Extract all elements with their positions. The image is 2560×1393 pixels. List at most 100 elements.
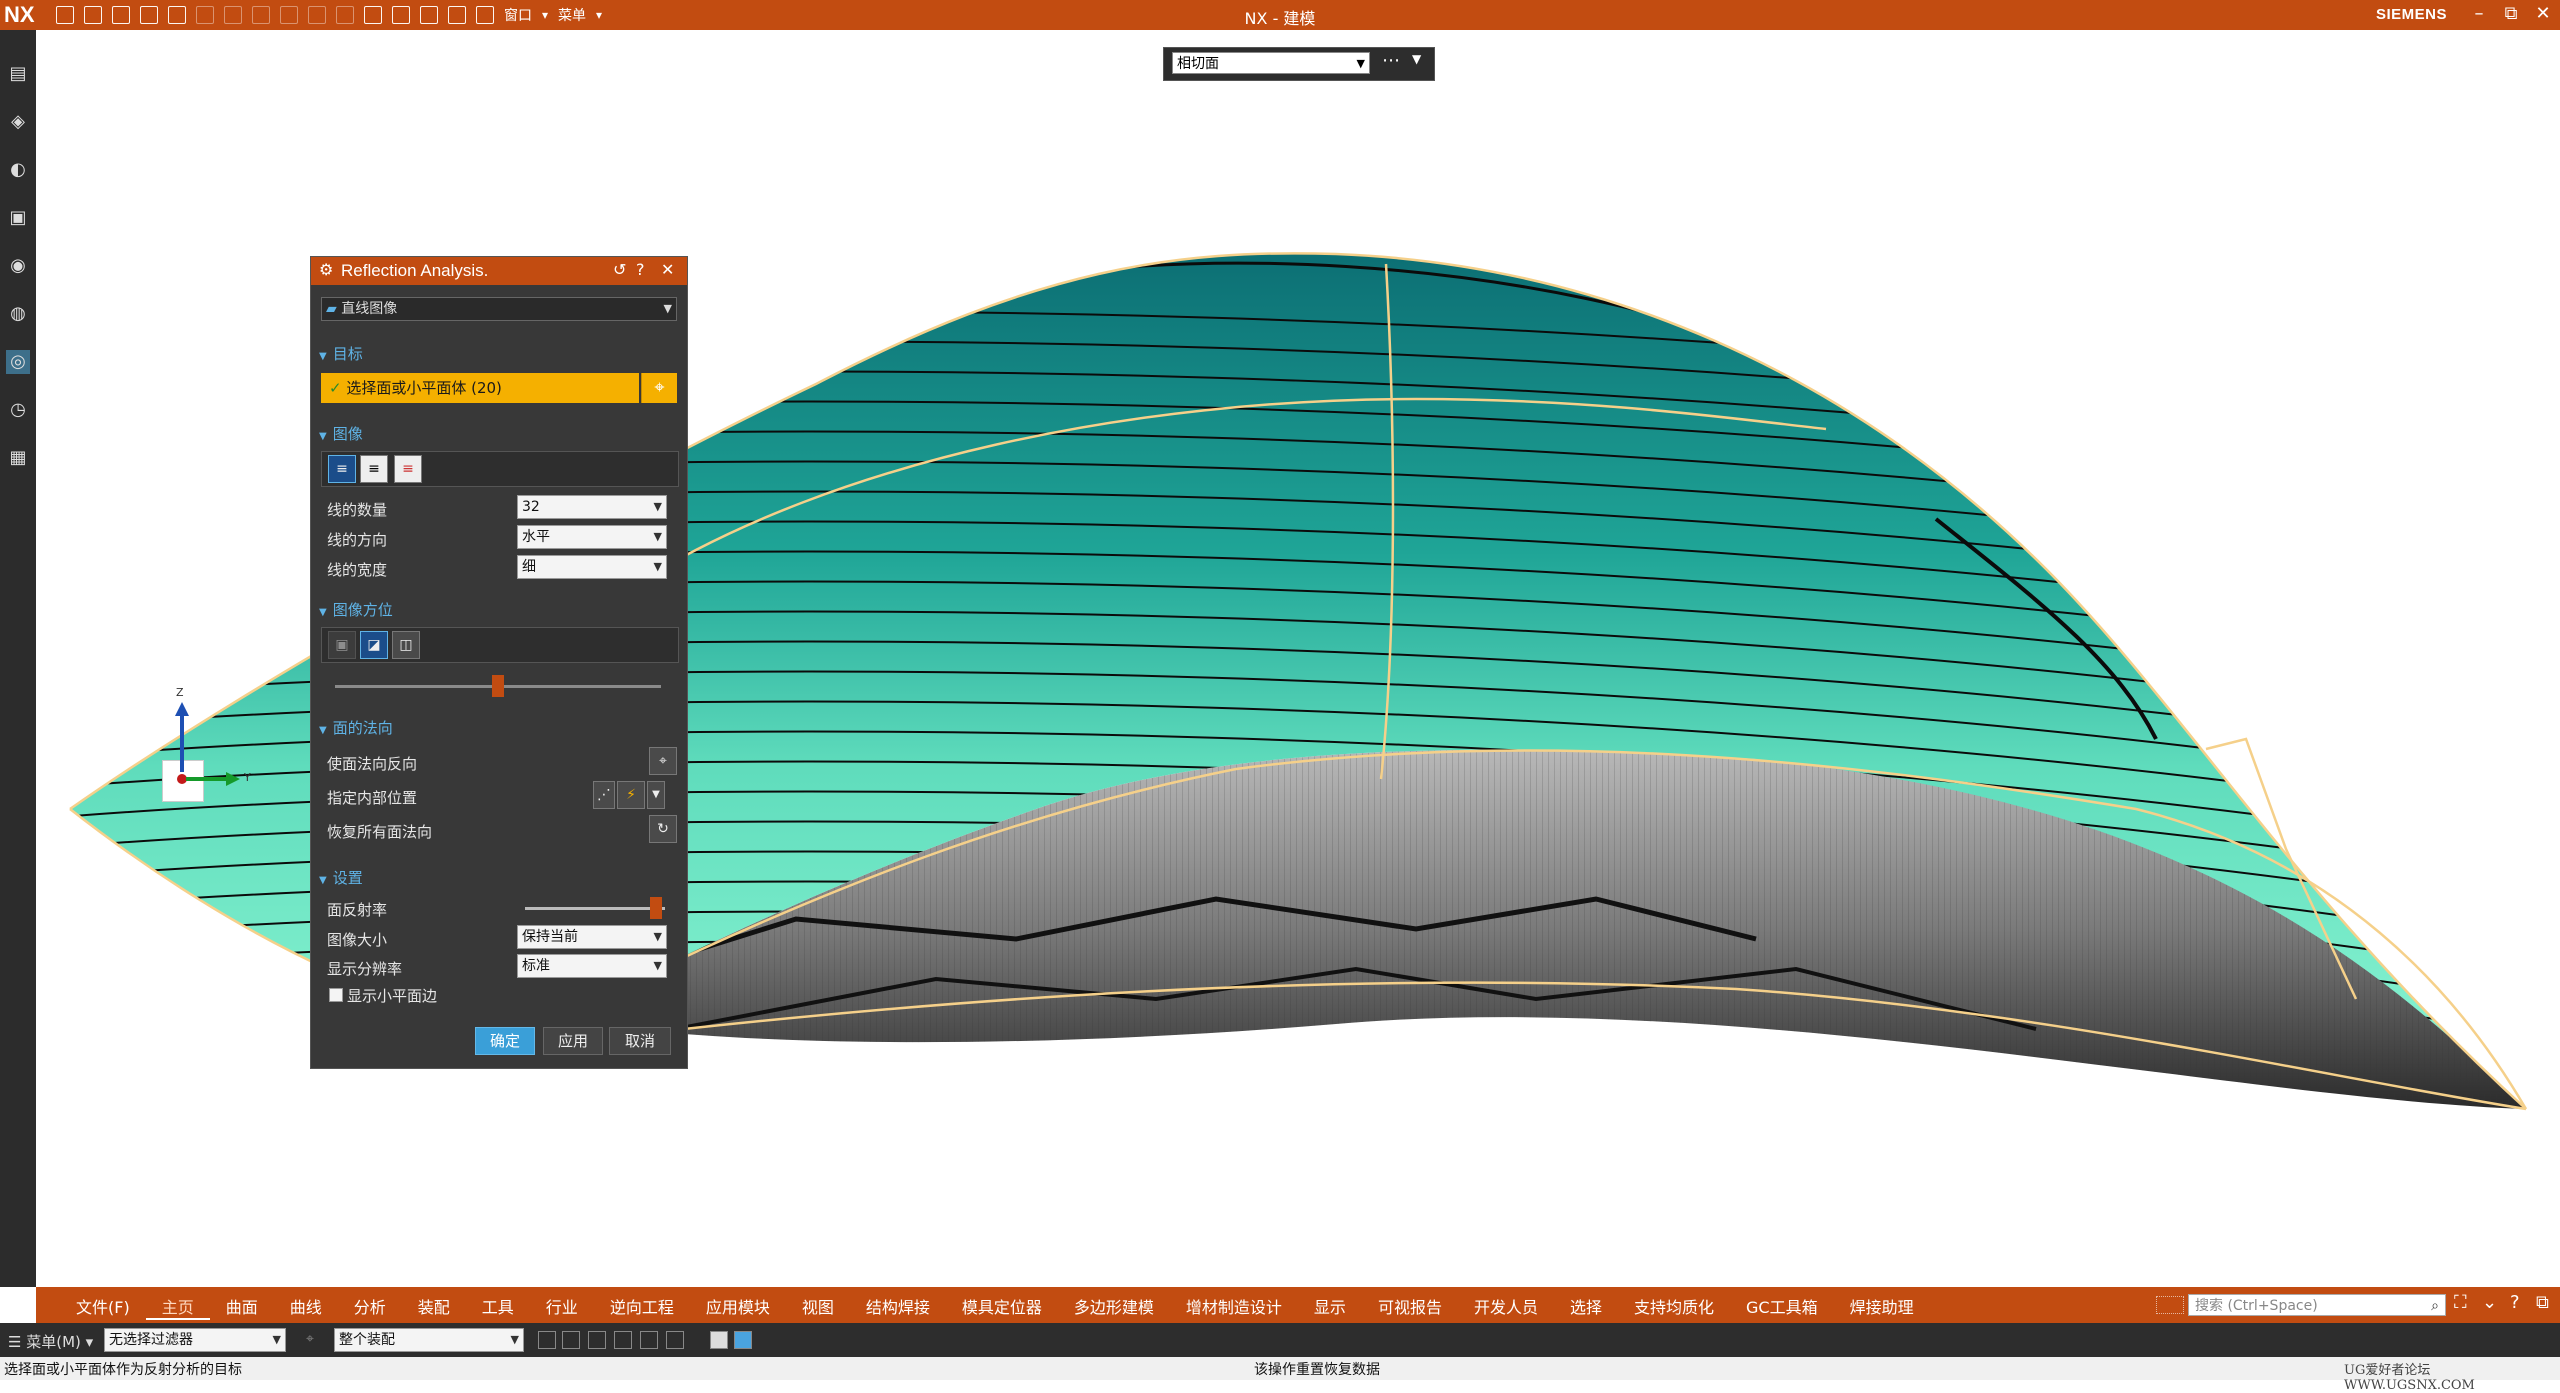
selection-filter-select[interactable]: 无选择过滤器 ▼ (104, 1328, 286, 1352)
image-size-select[interactable]: 保持当前 ▼ (517, 925, 667, 949)
cancel-button[interactable]: 取消 (609, 1027, 671, 1055)
image-size-label: 图像大小 (327, 931, 388, 949)
snap-point-icon[interactable] (538, 1331, 556, 1349)
view-cube-icon[interactable] (710, 1331, 728, 1349)
type-select[interactable]: ▰ 直线图像 ▼ (321, 297, 677, 321)
main-menu-button[interactable]: ☰ 菜单(M) ▾ (8, 1331, 93, 1352)
selection-scope-select[interactable]: 整个装配 ▼ (334, 1328, 524, 1352)
section-orientation[interactable]: ▼ 图像方位 (319, 599, 393, 620)
resource-bar: ▤ ◈ ◐ ▣ ◉ ◍ ◎ ◷ ▦ (0, 30, 36, 1287)
ribbon-tab[interactable]: 视图 (786, 1294, 850, 1320)
part-navigator-icon[interactable]: ▤ (6, 62, 30, 86)
ribbon-tab[interactable]: 曲面 (210, 1294, 274, 1320)
section-face-normal[interactable]: ▼ 面的法向 (319, 717, 393, 738)
ribbon-tab[interactable]: 显示 (1298, 1294, 1362, 1320)
ribbon-tab[interactable]: 工具 (466, 1294, 530, 1320)
ribbon-tab[interactable]: 行业 (530, 1294, 594, 1320)
restore-normals-icon[interactable]: ↻ (649, 815, 677, 843)
filter-icon[interactable]: ⌖ (306, 1331, 314, 1347)
grip-icon (2156, 1296, 2184, 1314)
ribbon-tab[interactable]: 应用模块 (690, 1294, 786, 1320)
restore-button[interactable]: ⧉ (2498, 3, 2524, 24)
snap-end-icon[interactable] (562, 1331, 580, 1349)
ok-button[interactable]: 确定 (475, 1027, 535, 1055)
analysis-navigator-icon[interactable]: ◎ (6, 350, 30, 374)
crosshair-select-icon[interactable]: ⌖ (641, 373, 677, 403)
inferred-point-icon[interactable]: ⚡ (617, 781, 645, 809)
reflectivity-slider-track[interactable] (525, 907, 665, 910)
search-icon[interactable]: ⌕ (2431, 1295, 2439, 1317)
ribbon-tab[interactable]: 模具定位器 (946, 1294, 1058, 1320)
ribbon-tab[interactable]: 开发人员 (1458, 1294, 1554, 1320)
toolbar-dropdown-icon[interactable]: ▼ (1412, 52, 1421, 66)
reflection-analysis-dialog: ⚙ Reflection Analysis. ↺ ? ✕ ▰ 直线图像 ▼ ▼ 目标… (310, 256, 688, 1069)
status-bar: 选择面或小平面体作为反射分析的目标 该操作重置恢复数据 UG爱好者论坛 WWW.… (0, 1357, 2560, 1393)
ribbon-tab[interactable]: 装配 (402, 1294, 466, 1320)
ribbon-tab[interactable]: 增材制造设计 (1170, 1294, 1298, 1320)
reflectivity-slider-thumb[interactable] (650, 897, 663, 919)
stripes-color-icon[interactable]: ≡ (394, 455, 422, 483)
stripes-blue-icon[interactable]: ≡ (328, 455, 356, 483)
point-type-dropdown[interactable]: ▼ (647, 781, 665, 809)
close-button[interactable]: ✕ (2530, 3, 2556, 24)
history-icon[interactable]: ◷ (6, 398, 30, 422)
ribbon-tab[interactable]: 文件(F) (60, 1294, 146, 1320)
ribbon-tab[interactable]: 主页 (145, 1294, 210, 1320)
orientation-slider-thumb[interactable] (492, 675, 504, 697)
line-direction-select[interactable]: 水平 ▼ (517, 525, 667, 549)
ribbon-tab[interactable]: 曲线 (274, 1294, 338, 1320)
ribbon-collapse-icon[interactable]: ⌄ (2482, 1292, 2497, 1313)
orient-csys-icon[interactable]: ◫ (392, 631, 420, 659)
apply-button[interactable]: 应用 (543, 1027, 603, 1055)
reset-icon[interactable]: ↺ (613, 260, 626, 279)
snap-mid-icon[interactable] (588, 1331, 606, 1349)
snap-control-icon[interactable] (614, 1331, 632, 1349)
ribbon-tab[interactable]: 支持均质化 (1618, 1294, 1730, 1320)
ribbon-tab[interactable]: 逆向工程 (594, 1294, 690, 1320)
line-image-icon: ▰ (326, 301, 342, 317)
watermark-text: UG爱好者论坛 WWW.UGSNX.COM (2344, 1363, 2475, 1393)
point-dialog-icon[interactable]: ⋰ (593, 781, 615, 809)
y-axis (186, 777, 230, 781)
orient-view-icon[interactable]: ◪ (360, 631, 388, 659)
web-browser-icon[interactable]: ◍ (6, 302, 30, 326)
help-icon[interactable]: ? (636, 260, 645, 279)
resolution-select[interactable]: 标准 ▼ (517, 954, 667, 978)
line-count-select[interactable]: 32 ▼ (517, 495, 667, 519)
ribbon-tab[interactable]: 结构焊接 (850, 1294, 946, 1320)
orient-none-icon[interactable]: ▣ (328, 631, 356, 659)
section-image[interactable]: ▼ 图像 (319, 423, 363, 444)
gear-icon[interactable]: ⚙ (319, 260, 333, 279)
line-width-select[interactable]: 细 ▼ (517, 555, 667, 579)
hd3d-tools-icon[interactable]: ◉ (6, 254, 30, 278)
more-options-icon[interactable]: ⋯ (1382, 50, 1400, 71)
restore-window-icon[interactable]: ⧉ (2536, 1292, 2549, 1313)
reverse-normal-label: 使面法向反向 (327, 755, 418, 773)
ribbon-tabs: 文件(F) 主页 曲面 曲线 分析 装配 工具 行业 逆向工程 应用模块 视图 结构焊接 模具定位器 多边… (60, 1294, 1930, 1320)
ribbon-tab[interactable]: 可视报告 (1362, 1294, 1458, 1320)
section-target[interactable]: ▼ 目标 (319, 343, 363, 364)
select-target-field[interactable]: ✓ 选择面或小平面体 (20) (321, 373, 639, 403)
ribbon-tab[interactable]: 选择 (1554, 1294, 1618, 1320)
command-search-input[interactable]: 搜索 (Ctrl+Space) ⌕ (2188, 1294, 2446, 1316)
ribbon-tab[interactable]: 多边形建模 (1058, 1294, 1170, 1320)
reuse-library-icon[interactable]: ▣ (6, 206, 30, 230)
roles-icon[interactable]: ▦ (6, 446, 30, 470)
snap-intersect-icon[interactable] (640, 1331, 658, 1349)
ribbon-tab[interactable]: 焊接助理 (1834, 1294, 1930, 1320)
show-facet-edges-checkbox[interactable] (329, 988, 343, 1002)
ribbon-tab[interactable]: 分析 (338, 1294, 402, 1320)
ribbon-tab[interactable]: GC工具箱 (1730, 1294, 1834, 1320)
stripes-black-icon[interactable]: ≡ (360, 455, 388, 483)
constraint-navigator-icon[interactable]: ◐ (6, 158, 30, 182)
reverse-normal-icon[interactable]: ⌖ (649, 747, 677, 775)
minimize-button[interactable]: – (2466, 3, 2492, 24)
help-circle-icon[interactable]: ? (2510, 1292, 2520, 1313)
full-screen-icon[interactable]: ⛶ (2454, 1292, 2467, 1313)
snap-center-icon[interactable] (666, 1331, 684, 1349)
render-style-icon[interactable] (734, 1331, 752, 1349)
assembly-navigator-icon[interactable]: ◈ (6, 110, 30, 134)
section-mode-select[interactable]: 相切面 ▼ (1172, 52, 1370, 74)
dialog-close-icon[interactable]: ✕ (661, 260, 674, 279)
section-settings[interactable]: ▼ 设置 (319, 867, 363, 888)
